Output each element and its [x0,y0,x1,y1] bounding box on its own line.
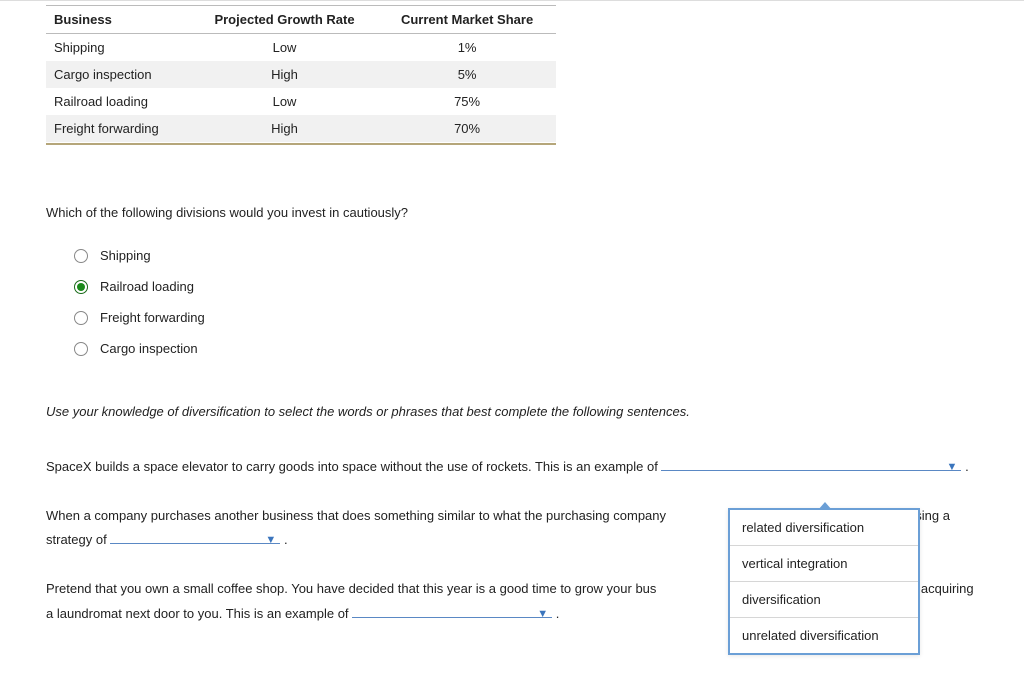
cell-business: Freight forwarding [46,115,191,142]
instruction-text: Use your knowledge of diversification to… [46,404,978,419]
option-label: Shipping [100,248,151,263]
cell-share: 1% [378,34,556,62]
table-row: Shipping Low 1% [46,34,556,62]
sentence-text: . [556,606,560,621]
caret-down-icon: ▼ [537,604,548,625]
cell-business: Cargo inspection [46,61,191,88]
cell-business: Railroad loading [46,88,191,115]
option-label: Freight forwarding [100,310,205,325]
radio-icon[interactable] [74,342,88,356]
radio-group: Shipping Railroad loading Freight forwar… [46,248,978,356]
cell-share: 70% [378,115,556,142]
dropdown-item-vertical-integration[interactable]: vertical integration [730,546,918,582]
option-freight-forwarding[interactable]: Freight forwarding [74,310,978,325]
table-row: Railroad loading Low 75% [46,88,556,115]
cell-rate: Low [191,88,378,115]
table-row: Cargo inspection High 5% [46,61,556,88]
dropdown-item-related-diversification[interactable]: related diversification [730,510,918,546]
radio-icon[interactable] [74,311,88,325]
dropdown-blank-3[interactable]: ▼ [352,604,552,618]
table-bottom-border [46,142,556,145]
cell-rate: High [191,61,378,88]
option-cargo-inspection[interactable]: Cargo inspection [74,341,978,356]
sentence-text: . [965,459,969,474]
dropdown-blank-2[interactable]: ▼ [110,530,280,544]
question-prompt: Which of the following divisions would y… [46,205,978,220]
dropdown-item-unrelated-diversification[interactable]: unrelated diversification [730,618,918,653]
radio-icon[interactable] [74,249,88,263]
cell-business: Shipping [46,34,191,62]
caret-down-icon: ▼ [265,530,276,551]
col-growth: Projected Growth Rate [191,6,378,34]
option-railroad-loading[interactable]: Railroad loading [74,279,978,294]
cell-rate: High [191,115,378,142]
caret-down-icon: ▼ [947,457,958,478]
dropdown-menu: related diversification vertical integra… [728,508,920,655]
col-business: Business [46,6,191,34]
option-label: Cargo inspection [100,341,198,356]
col-share: Current Market Share [378,6,556,34]
sentence-text: When a company purchases another busines… [46,508,666,523]
sentence-text: SpaceX builds a space elevator to carry … [46,459,661,474]
table-header-row: Business Projected Growth Rate Current M… [46,6,556,34]
option-shipping[interactable]: Shipping [74,248,978,263]
dropdown-blank-1[interactable]: ▼ [661,457,961,471]
table-row: Freight forwarding High 70% [46,115,556,142]
dropdown-item-diversification[interactable]: diversification [730,582,918,618]
sentence-text: . [284,532,288,547]
option-label: Railroad loading [100,279,194,294]
cell-share: 75% [378,88,556,115]
sentence-1: SpaceX builds a space elevator to carry … [46,455,978,480]
cell-share: 5% [378,61,556,88]
sentence-text: Pretend that you own a small coffee shop… [46,581,656,596]
radio-icon[interactable] [74,280,88,294]
cell-rate: Low [191,34,378,62]
business-table: Business Projected Growth Rate Current M… [46,5,556,142]
